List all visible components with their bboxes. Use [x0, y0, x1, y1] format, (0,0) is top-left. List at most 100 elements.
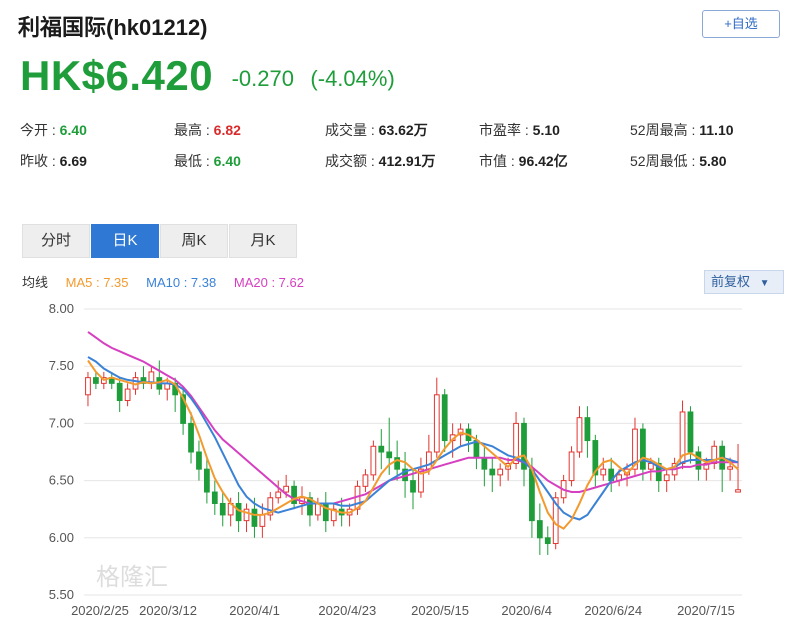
- candle-body: [211, 491, 218, 504]
- stat-value: 63.62万: [378, 122, 428, 138]
- ma-legend: 均线 MA5 : 7.35 MA10 : 7.38 MA20 : 7.62: [22, 272, 318, 291]
- y-tick-label: 7.00: [49, 415, 74, 430]
- candle-body: [188, 422, 194, 453]
- x-tick-label: 2020/3/12: [139, 603, 197, 618]
- candle-body: [85, 377, 91, 396]
- y-tick-label: 6.50: [49, 473, 74, 488]
- candle-body: [219, 502, 226, 516]
- candle-body: [410, 480, 416, 493]
- candle-body: [544, 537, 551, 545]
- x-tick-label: 2020/2/25: [71, 603, 129, 618]
- candle-body: [235, 502, 242, 522]
- watermark: 格隆汇: [96, 563, 168, 591]
- caret-down-icon: ▼: [759, 278, 770, 289]
- current-price: HK$6.420: [20, 52, 214, 99]
- adjust-label: 前复权: [711, 274, 751, 289]
- stat-item: 市值 : 96.42亿: [479, 151, 568, 171]
- stat-value: 6.40: [59, 122, 87, 138]
- candle-body: [584, 417, 591, 442]
- x-tick-label: 2020/6/4: [501, 603, 552, 618]
- candle-body: [687, 411, 694, 453]
- stat-item: 成交额 : 412.91万: [325, 151, 436, 171]
- stat-item: 最高 : 6.82: [174, 120, 241, 140]
- candle-body: [497, 468, 504, 476]
- price-change: -0.270: [231, 66, 294, 91]
- candle-body: [204, 468, 210, 493]
- candle-body: [243, 508, 250, 522]
- candle-body: [93, 377, 99, 384]
- tab-3[interactable]: 月K: [229, 224, 297, 258]
- tab-0[interactable]: 分时: [22, 224, 90, 258]
- candle-body: [370, 445, 377, 476]
- candle-body: [124, 388, 131, 402]
- x-tick-label: 2020/5/15: [411, 603, 469, 618]
- candle-body: [425, 451, 432, 470]
- tab-2[interactable]: 周K: [160, 224, 228, 258]
- x-tick-label: 2020/7/15: [677, 603, 735, 618]
- stat-label: 52周最高 :: [630, 122, 700, 138]
- add-watchlist-button[interactable]: +自选: [702, 10, 780, 38]
- candle-body: [640, 428, 646, 470]
- candle-body: [568, 451, 575, 482]
- stat-value: 6.82: [213, 122, 241, 138]
- stat-label: 成交额 :: [325, 153, 379, 169]
- price-change-percent: (-4.04%): [310, 66, 395, 91]
- candle-body: [481, 457, 488, 470]
- stat-item: 成交量 : 63.62万: [325, 120, 428, 140]
- x-tick-label: 2020/6/24: [584, 603, 642, 618]
- candle-body: [251, 508, 258, 527]
- y-tick-label: 8.00: [49, 301, 74, 316]
- candle-body: [116, 382, 123, 402]
- x-tick-label: 2020/4/23: [318, 603, 376, 618]
- stat-value: 11.10: [699, 122, 734, 138]
- candle-body: [536, 520, 543, 539]
- stat-item: 52周最高 : 11.10: [630, 120, 734, 140]
- candle-body: [386, 451, 393, 459]
- stat-label: 今开 :: [20, 122, 60, 138]
- stat-value: 5.10: [532, 122, 560, 138]
- stat-item: 最低 : 6.40: [174, 151, 241, 171]
- candle-body: [259, 514, 266, 527]
- y-tick-label: 5.50: [49, 587, 74, 602]
- stat-item: 52周最低 : 5.80: [630, 151, 727, 171]
- candle-body: [378, 445, 385, 453]
- ma20-legend: MA20 : 7.62: [233, 275, 304, 290]
- stat-label: 昨收 :: [20, 153, 60, 169]
- candle-body: [362, 474, 369, 487]
- stat-item: 今开 : 6.40: [20, 120, 87, 140]
- stat-value: 96.42亿: [518, 153, 568, 169]
- quote-row: HK$6.420 -0.270 (-4.04%): [20, 52, 395, 100]
- candle-body: [275, 491, 282, 499]
- adjust-dropdown[interactable]: 前复权 ▼: [704, 270, 784, 294]
- stat-label: 市盈率 :: [479, 122, 533, 138]
- y-tick-label: 6.00: [49, 530, 74, 545]
- y-tick-label: 7.50: [49, 358, 74, 373]
- stat-item: 昨收 : 6.69: [20, 151, 87, 171]
- candle-body: [441, 394, 448, 442]
- candle-body: [663, 474, 670, 482]
- candle-body: [489, 468, 496, 476]
- candle-body: [735, 489, 741, 493]
- stat-value: 5.80: [699, 153, 727, 169]
- stat-label: 最高 :: [174, 122, 214, 138]
- stat-label: 市值 :: [479, 153, 519, 169]
- stat-value: 412.91万: [378, 153, 436, 169]
- candle-body: [433, 394, 440, 453]
- stock-title: 利福国际(hk01212): [18, 15, 208, 40]
- stat-label: 成交量 :: [325, 122, 379, 138]
- candle-body: [727, 466, 733, 470]
- candle-body: [576, 417, 583, 453]
- stat-value: 6.69: [59, 153, 87, 169]
- candle-body: [600, 468, 607, 476]
- ma5-legend: MA5 : 7.35: [65, 275, 129, 290]
- tab-1[interactable]: 日K: [91, 224, 159, 258]
- period-tabs: 分时 日K 周K 月K: [22, 224, 298, 258]
- x-tick-label: 2020/4/1: [229, 603, 280, 618]
- candle-body: [283, 485, 290, 493]
- ma10-legend: MA10 : 7.38: [146, 275, 217, 290]
- stat-value: 6.40: [213, 153, 241, 169]
- stat-label: 最低 :: [174, 153, 214, 169]
- ma-label: 均线: [22, 275, 49, 290]
- stat-item: 市盈率 : 5.10: [479, 120, 560, 140]
- candle-body: [196, 451, 202, 470]
